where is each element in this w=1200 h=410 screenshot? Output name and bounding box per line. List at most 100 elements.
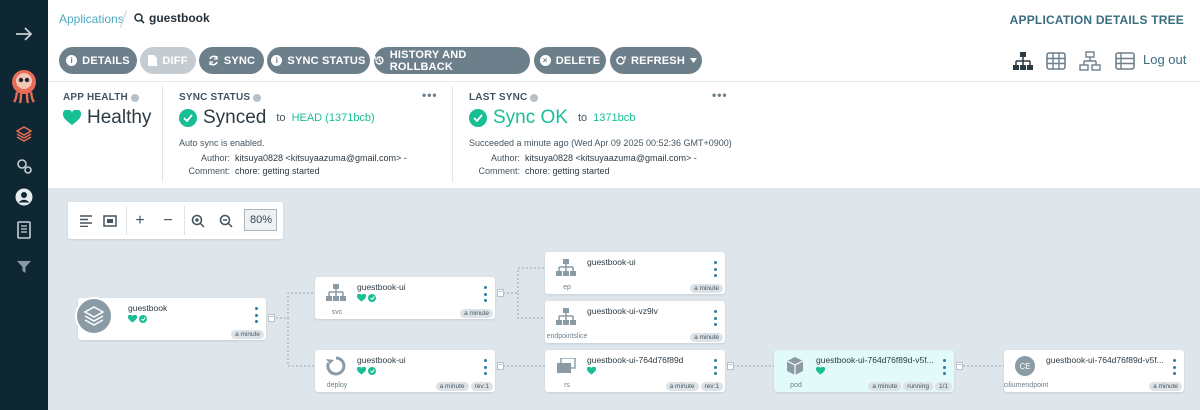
diff-button-label: DIFF: [162, 54, 188, 67]
diff-button[interactable]: DIFF: [140, 47, 196, 74]
node-name: guestbook: [128, 303, 168, 313]
filter-icon[interactable]: [12, 255, 36, 279]
age-tag: a minute: [690, 284, 723, 293]
refresh-button[interactable]: REFRESH: [610, 47, 702, 74]
page-title: APPLICATION DETAILS TREE: [1009, 13, 1184, 27]
check-circle-icon: [469, 109, 487, 127]
replicaset-icon: [551, 354, 581, 378]
user-icon[interactable]: [12, 185, 36, 209]
settings-icon[interactable]: [12, 154, 36, 178]
logout-link[interactable]: Log out: [1143, 52, 1186, 67]
node-menu-icon[interactable]: [483, 359, 487, 375]
sync-comment-row: Comment: chore: getting started: [174, 166, 319, 176]
node-menu-icon[interactable]: [713, 310, 717, 326]
docs-icon[interactable]: [12, 218, 36, 242]
help-icon[interactable]: [530, 93, 539, 102]
node-menu-icon[interactable]: [713, 261, 717, 277]
arrow-right-icon[interactable]: [12, 22, 36, 46]
application-icon: [75, 297, 113, 335]
revision-tag: rev:1: [700, 382, 723, 391]
node-name: guestbook-ui-764d76f89d: [587, 355, 684, 365]
history-rollback-button[interactable]: HISTORY AND ROLLBACK: [374, 47, 530, 74]
node-menu-icon[interactable]: [713, 359, 717, 375]
delete-button-label: DELETE: [555, 54, 601, 67]
endpoints-icon: [551, 256, 581, 280]
node-tags: a minute: [460, 309, 493, 318]
node-menu-icon[interactable]: [1172, 359, 1176, 375]
refresh-icon: [616, 56, 626, 65]
argo-logo-icon[interactable]: [9, 68, 39, 104]
breadcrumb-applications[interactable]: Applications: [59, 12, 124, 26]
ciliumendpoint-node[interactable]: CE ciliumendpoint guestbook-ui-764d76f89…: [1004, 350, 1184, 392]
history-icon: [374, 56, 384, 65]
tree-view-icon[interactable]: [1012, 51, 1034, 71]
node-kind: rs: [564, 382, 570, 389]
breadcrumb-current-label: guestbook: [149, 11, 210, 25]
sync-author-row: Author: kitsuya0828 <kitsuyaazuma@gmail.…: [174, 153, 407, 163]
sync-button[interactable]: SYNC: [199, 47, 264, 74]
node-status: [128, 315, 147, 323]
list-view-icon[interactable]: [1114, 51, 1136, 71]
column-divider: [452, 86, 453, 182]
auto-sync-text: Auto sync is enabled.: [179, 138, 265, 148]
sync-status-more-button[interactable]: •••: [422, 88, 438, 102]
collapse-toggle[interactable]: −: [727, 362, 734, 370]
pod-node[interactable]: pod guestbook-ui-764d76f89d-v5f... a min…: [774, 350, 954, 392]
layers-icon[interactable]: [12, 122, 36, 146]
delete-button[interactable]: × DELETE: [534, 47, 606, 74]
deploy-node[interactable]: deploy guestbook-ui a minute rev:1: [315, 350, 495, 392]
info-icon: i: [271, 55, 283, 66]
endpointslice-node[interactable]: endpointslice guestbook-ui-vz9lv a minut…: [545, 301, 725, 343]
network-view-icon[interactable]: [1079, 51, 1101, 71]
collapse-toggle[interactable]: −: [956, 362, 963, 370]
node-kind: endpointslice: [546, 333, 588, 340]
help-icon[interactable]: [130, 93, 139, 102]
last-sync-more-button[interactable]: •••: [712, 88, 728, 102]
help-icon[interactable]: [253, 93, 262, 102]
history-rollback-button-label: HISTORY AND ROLLBACK: [389, 48, 467, 73]
deployment-icon: [321, 354, 351, 378]
last-sync-revision-link[interactable]: 1371bcb: [593, 112, 635, 124]
pod-state-tag: running: [903, 382, 933, 391]
node-kind: pod: [790, 382, 802, 389]
age-tag: a minute: [435, 382, 469, 391]
node-name: guestbook-ui: [357, 355, 406, 365]
ep-node[interactable]: ep guestbook-ui a minute: [545, 252, 725, 294]
last-sync-comment-row: Comment: chore: getting started: [464, 166, 609, 176]
node-menu-icon[interactable]: [254, 307, 258, 323]
check-circle-icon: [368, 367, 376, 375]
collapse-toggle[interactable]: −: [497, 289, 504, 297]
collapse-toggle[interactable]: −: [268, 314, 275, 322]
check-circle-icon: [179, 109, 197, 127]
node-kind: deploy: [326, 382, 348, 389]
author-value: kitsuya0828 <kitsuyaazuma@gmail.com> -: [235, 153, 407, 163]
node-tags: a minute: [690, 284, 723, 293]
node-menu-icon[interactable]: [483, 286, 487, 302]
age-tag: a minute: [1149, 382, 1182, 391]
app-node[interactable]: guestbook a minute: [75, 297, 266, 340]
last-sync-text: Sync OK: [493, 107, 568, 128]
age-tag: a minute: [690, 333, 723, 342]
sync-status-button[interactable]: i SYNC STATUS: [267, 47, 370, 74]
age-tag: a minute: [868, 382, 902, 391]
search-icon: [134, 12, 145, 24]
sync-to-text: to: [276, 112, 286, 124]
node-tags: a minute rev:1: [435, 382, 493, 391]
author-key: Author:: [200, 153, 230, 163]
svc-node[interactable]: svc guestbook-ui a minute: [315, 277, 495, 319]
file-icon: [148, 55, 158, 66]
endpointslice-icon: [551, 305, 581, 329]
top-bar: Applications guestbook APPLICATION DETAI…: [48, 0, 1200, 40]
heart-icon: [816, 367, 825, 375]
rs-node[interactable]: rs guestbook-ui-764d76f89d a minute rev:…: [545, 350, 725, 392]
collapse-toggle[interactable]: −: [497, 362, 504, 370]
node-menu-icon[interactable]: [942, 359, 946, 375]
sync-status-label: SYNC STATUS: [179, 92, 262, 103]
sync-revision-link[interactable]: HEAD (1371bcb): [292, 112, 375, 124]
breadcrumb-current[interactable]: guestbook: [134, 11, 210, 25]
details-button[interactable]: i DETAILS: [59, 47, 137, 74]
status-panel: APP HEALTH Healthy SYNC STATUS ••• Synce…: [48, 82, 1200, 188]
node-tags: a minute running 1/1: [868, 382, 952, 391]
heart-icon: [128, 315, 137, 323]
pods-view-icon[interactable]: [1045, 51, 1067, 71]
